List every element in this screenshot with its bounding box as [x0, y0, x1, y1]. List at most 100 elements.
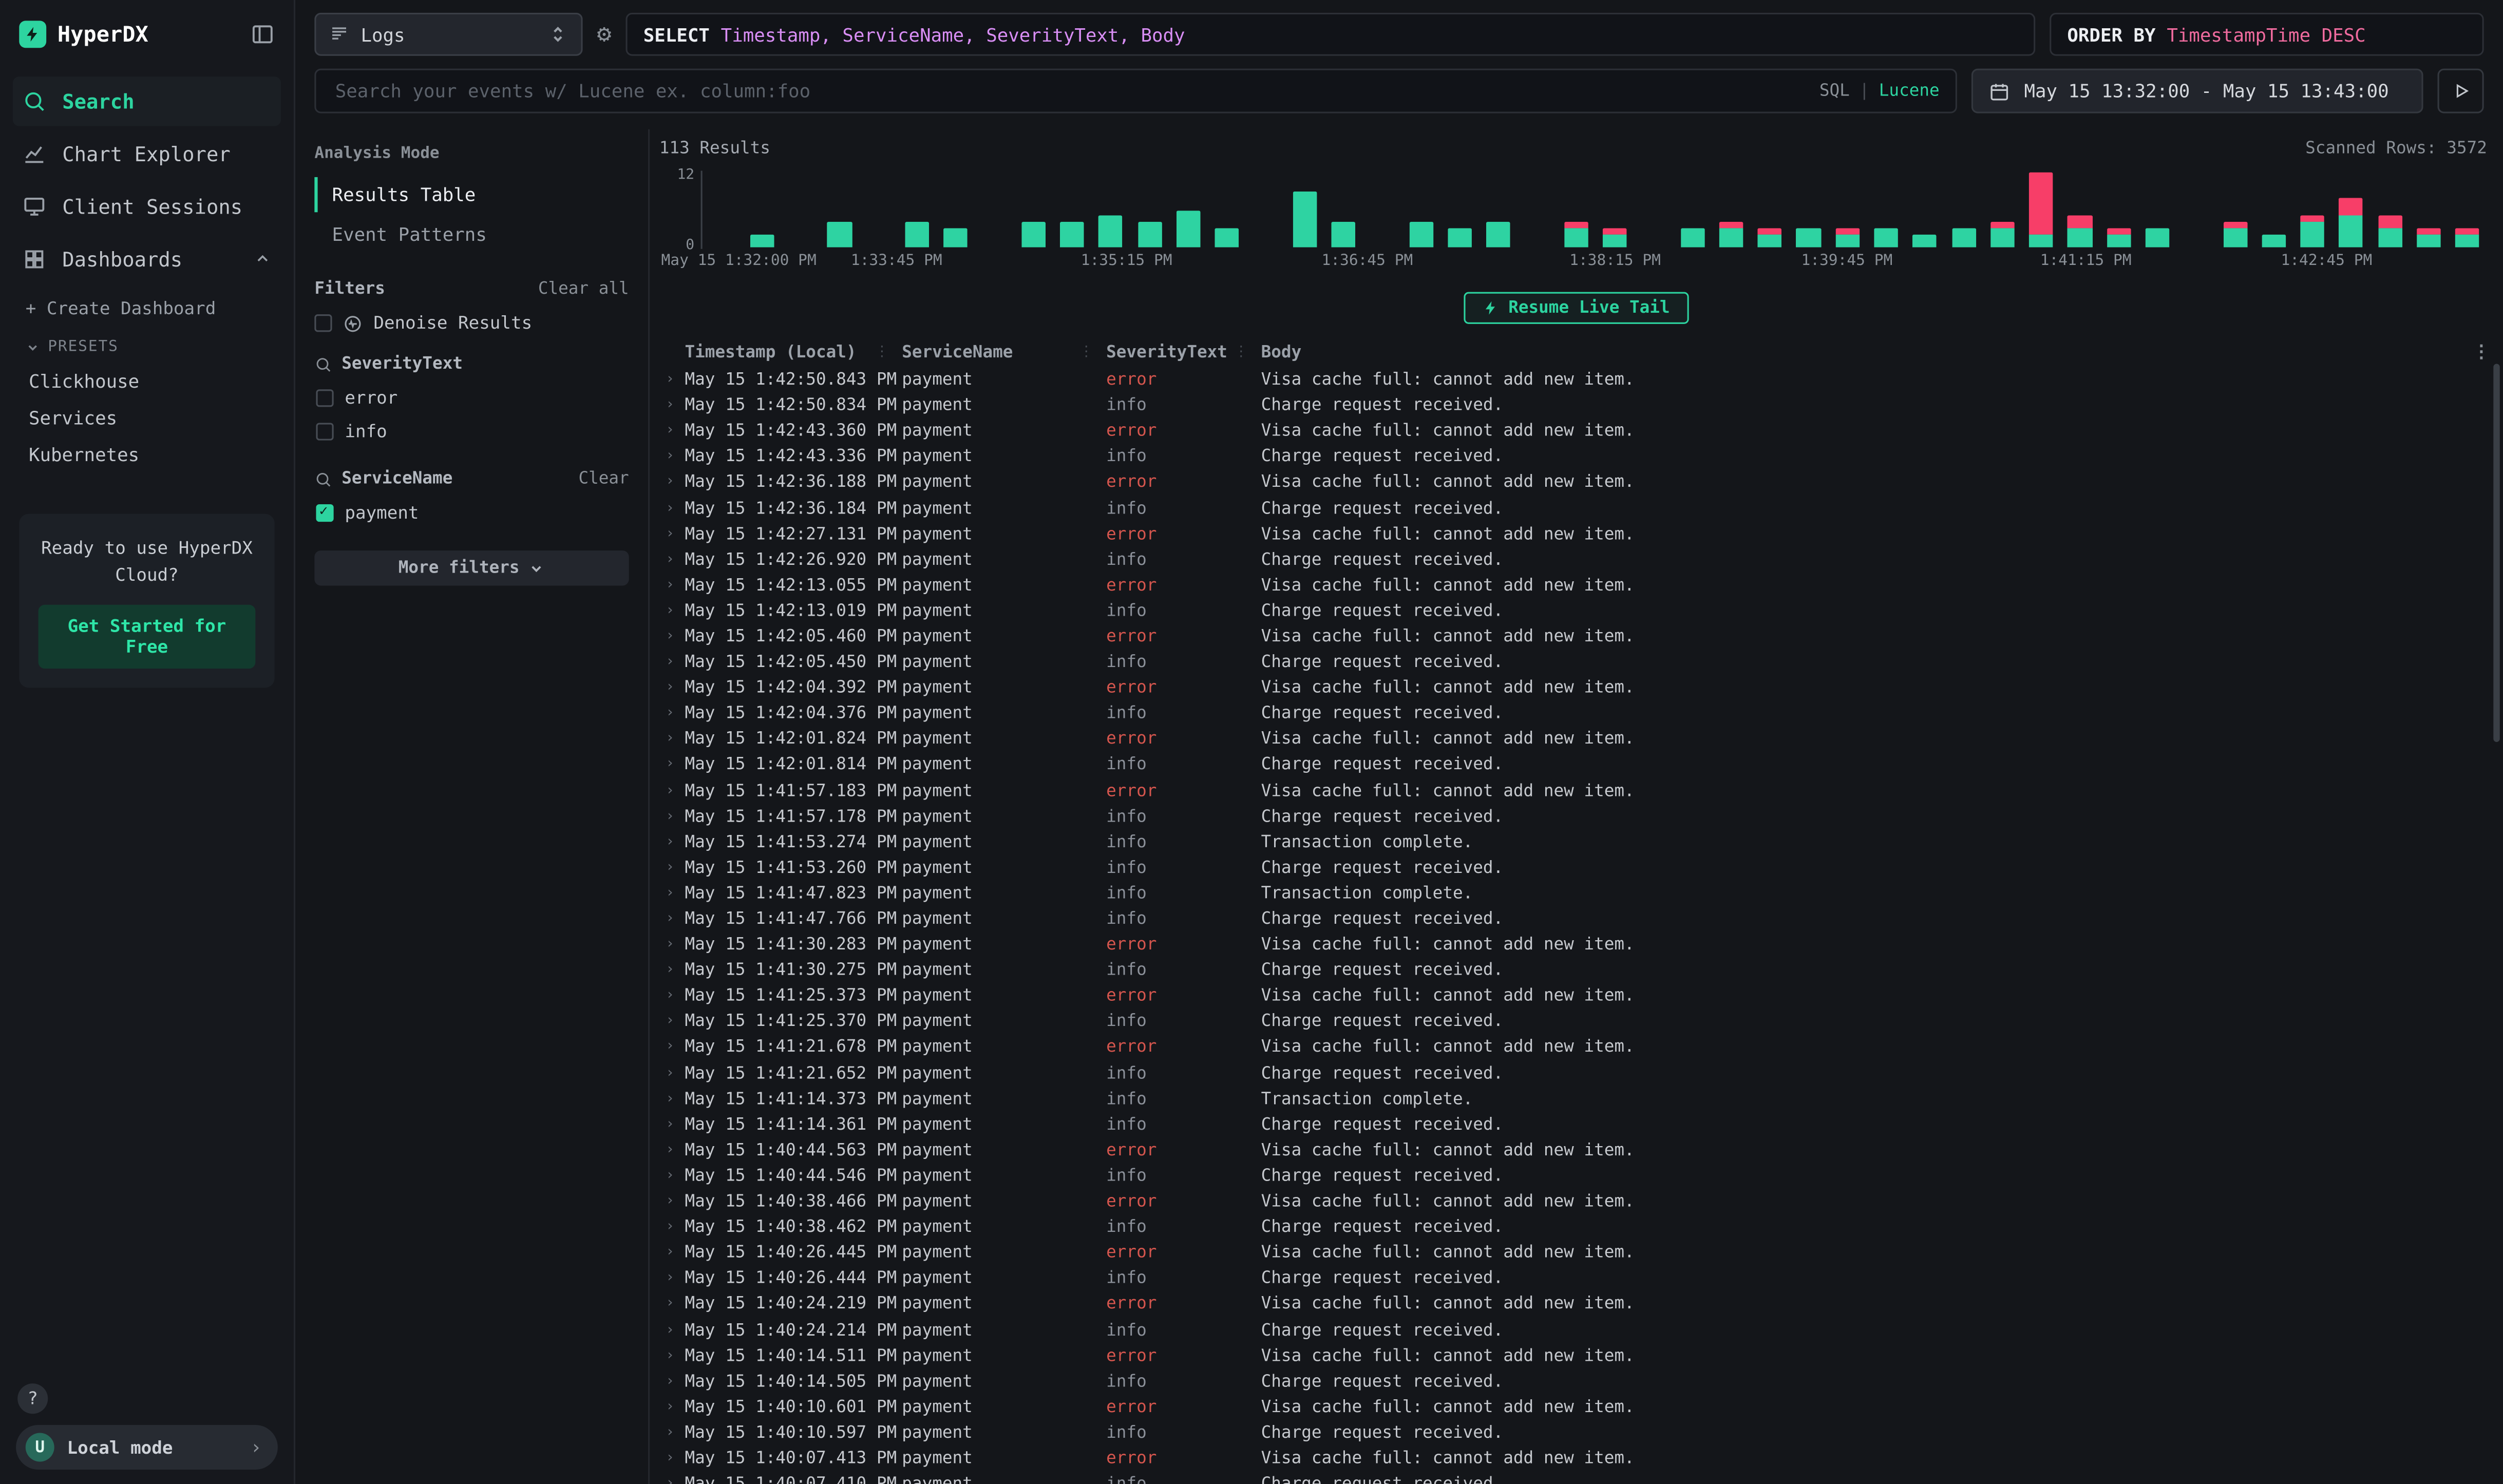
table-row[interactable]: ›May 15 1:41:14.373 PMpaymentinfoTransac…	[659, 1086, 2503, 1112]
table-row[interactable]: ›May 15 1:40:07.410 PMpaymentinfoCharge …	[659, 1471, 2503, 1484]
row-expand-icon[interactable]: ›	[659, 1220, 685, 1235]
row-expand-icon[interactable]: ›	[659, 603, 685, 619]
chart-bar[interactable]	[1169, 173, 1208, 248]
row-expand-icon[interactable]: ›	[659, 449, 685, 465]
checkbox-checked[interactable]	[316, 504, 333, 522]
row-expand-icon[interactable]: ›	[659, 1374, 685, 1390]
chart-bar[interactable]	[1401, 173, 1440, 248]
sidebar-item-dashboards[interactable]: Dashboards	[13, 235, 281, 284]
table-row[interactable]: ›May 15 1:41:53.274 PMpaymentinfoTransac…	[659, 829, 2503, 855]
column-header-body[interactable]: Body	[1261, 343, 2503, 362]
table-row[interactable]: ›May 15 1:42:26.920 PMpaymentinfoCharge …	[659, 547, 2503, 573]
table-row[interactable]: ›May 15 1:41:53.260 PMpaymentinfoCharge …	[659, 855, 2503, 881]
chart-bar[interactable]	[1053, 173, 1091, 248]
row-expand-icon[interactable]: ›	[659, 474, 685, 490]
select-clause-input[interactable]: SELECT Timestamp, ServiceName, SeverityT…	[626, 13, 2036, 56]
row-expand-icon[interactable]: ›	[659, 654, 685, 670]
row-expand-icon[interactable]: ›	[659, 706, 685, 721]
chart-bar[interactable]	[1906, 173, 1944, 248]
row-expand-icon[interactable]: ›	[659, 1476, 685, 1484]
checkbox[interactable]	[316, 423, 333, 440]
table-row[interactable]: ›May 15 1:40:10.601 PMpaymenterrorVisa c…	[659, 1394, 2503, 1420]
chart-bar[interactable]	[2022, 173, 2060, 248]
row-expand-icon[interactable]: ›	[659, 1451, 685, 1467]
chart-bar[interactable]	[782, 173, 820, 248]
table-row[interactable]: ›May 15 1:41:21.678 PMpaymenterrorVisa c…	[659, 1035, 2503, 1060]
checkbox[interactable]	[314, 314, 332, 332]
table-row[interactable]: ›May 15 1:41:47.766 PMpaymentinfoCharge …	[659, 906, 2503, 932]
row-expand-icon[interactable]: ›	[659, 397, 685, 413]
row-expand-icon[interactable]: ›	[659, 372, 685, 388]
table-row[interactable]: ›May 15 1:40:44.563 PMpaymenterrorVisa c…	[659, 1137, 2503, 1163]
table-row[interactable]: ›May 15 1:41:25.373 PMpaymenterrorVisa c…	[659, 983, 2503, 1009]
scrollbar-thumb[interactable]	[2493, 364, 2499, 742]
chart-bar[interactable]	[2254, 173, 2293, 248]
preset-clickhouse[interactable]: Clickhouse	[26, 362, 275, 398]
chart-bar[interactable]	[1324, 173, 1362, 248]
table-row[interactable]: ›May 15 1:41:57.183 PMpaymenterrorVisa c…	[659, 778, 2503, 804]
filter-option-error[interactable]: error	[314, 382, 629, 415]
chart-bar[interactable]	[704, 173, 743, 248]
chart-bar[interactable]	[743, 173, 781, 248]
chart-bar[interactable]	[1867, 173, 1905, 248]
chart-bar[interactable]	[1014, 173, 1053, 248]
filter-option-info[interactable]: info	[314, 415, 629, 448]
chart-bar[interactable]	[1789, 173, 1828, 248]
table-row[interactable]: ›May 15 1:41:30.275 PMpaymentinfoCharge …	[659, 958, 2503, 983]
row-expand-icon[interactable]: ›	[659, 1271, 685, 1287]
run-query-button[interactable]	[2438, 69, 2484, 113]
preset-services[interactable]: Services	[26, 399, 275, 435]
chart-bar[interactable]	[2332, 173, 2371, 248]
chart-bar[interactable]	[1440, 173, 1479, 248]
help-button[interactable]: ?	[17, 1383, 48, 1414]
table-row[interactable]: ›May 15 1:42:05.460 PMpaymenterrorVisa c…	[659, 624, 2503, 650]
chart-bar[interactable]	[1634, 173, 1673, 248]
row-expand-icon[interactable]: ›	[659, 911, 685, 927]
row-expand-icon[interactable]: ›	[659, 1322, 685, 1338]
table-row[interactable]: ›May 15 1:41:47.823 PMpaymentinfoTransac…	[659, 881, 2503, 906]
column-drag-handle[interactable]: ⋮	[1234, 345, 1248, 360]
gear-icon[interactable]: ⚙	[597, 23, 612, 47]
table-row[interactable]: ›May 15 1:42:43.336 PMpaymentinfoCharge …	[659, 444, 2503, 470]
table-row[interactable]: ›May 15 1:42:43.360 PMpaymenterrorVisa c…	[659, 418, 2503, 444]
preset-kubernetes[interactable]: Kubernetes	[26, 435, 275, 472]
chart-bar[interactable]	[1828, 173, 1867, 248]
checkbox[interactable]	[316, 389, 333, 407]
row-expand-icon[interactable]: ›	[659, 834, 685, 850]
chart-bar[interactable]	[1944, 173, 1983, 248]
table-row[interactable]: ›May 15 1:41:30.283 PMpaymenterrorVisa c…	[659, 932, 2503, 958]
chart-bar[interactable]	[898, 173, 936, 248]
collapse-sidebar-icon[interactable]	[251, 23, 275, 47]
row-expand-icon[interactable]: ›	[659, 937, 685, 953]
chart-bar[interactable]	[1092, 173, 1130, 248]
time-range-picker[interactable]: May 15 13:32:00 - May 15 13:43:00	[1971, 69, 2423, 113]
table-row[interactable]: ›May 15 1:40:14.505 PMpaymentinfoCharge …	[659, 1368, 2503, 1394]
table-row[interactable]: ›May 15 1:40:24.219 PMpaymenterrorVisa c…	[659, 1291, 2503, 1317]
row-expand-icon[interactable]: ›	[659, 629, 685, 644]
chart-bar[interactable]	[2138, 173, 2176, 248]
row-expand-icon[interactable]: ›	[659, 783, 685, 798]
table-row[interactable]: ›May 15 1:42:01.824 PMpaymenterrorVisa c…	[659, 727, 2503, 752]
chart-bar[interactable]	[1712, 173, 1750, 248]
chart-bar[interactable]	[1596, 173, 1634, 248]
clear-facet-button[interactable]: Clear	[578, 469, 629, 488]
row-expand-icon[interactable]: ›	[659, 551, 685, 567]
table-row[interactable]: ›May 15 1:40:14.511 PMpaymenterrorVisa c…	[659, 1343, 2503, 1368]
get-started-button[interactable]: Get Started for Free	[39, 605, 256, 669]
chart-bar[interactable]	[2060, 173, 2099, 248]
row-expand-icon[interactable]: ›	[659, 988, 685, 1004]
table-row[interactable]: ›May 15 1:42:36.184 PMpaymentinfoCharge …	[659, 496, 2503, 521]
row-expand-icon[interactable]: ›	[659, 423, 685, 439]
hyperdx-logo[interactable]: HyperDX	[19, 21, 148, 48]
mode-results-table[interactable]: Results Table	[314, 177, 629, 212]
row-expand-icon[interactable]: ›	[659, 962, 685, 978]
chart-bar[interactable]	[2410, 173, 2448, 248]
chart-bar[interactable]	[1557, 173, 1595, 248]
table-row[interactable]: ›May 15 1:40:07.413 PMpaymenterrorVisa c…	[659, 1445, 2503, 1471]
column-header-timestamp[interactable]: Timestamp (Local) ⋮	[685, 343, 902, 362]
table-row[interactable]: ›May 15 1:40:10.597 PMpaymentinfoCharge …	[659, 1420, 2503, 1445]
resume-live-tail-button[interactable]: Resume Live Tail	[1464, 292, 1689, 324]
table-row[interactable]: ›May 15 1:40:26.444 PMpaymentinfoCharge …	[659, 1266, 2503, 1291]
chart-bar[interactable]	[2371, 173, 2409, 248]
lang-lucene-toggle[interactable]: Lucene	[1879, 81, 1940, 100]
